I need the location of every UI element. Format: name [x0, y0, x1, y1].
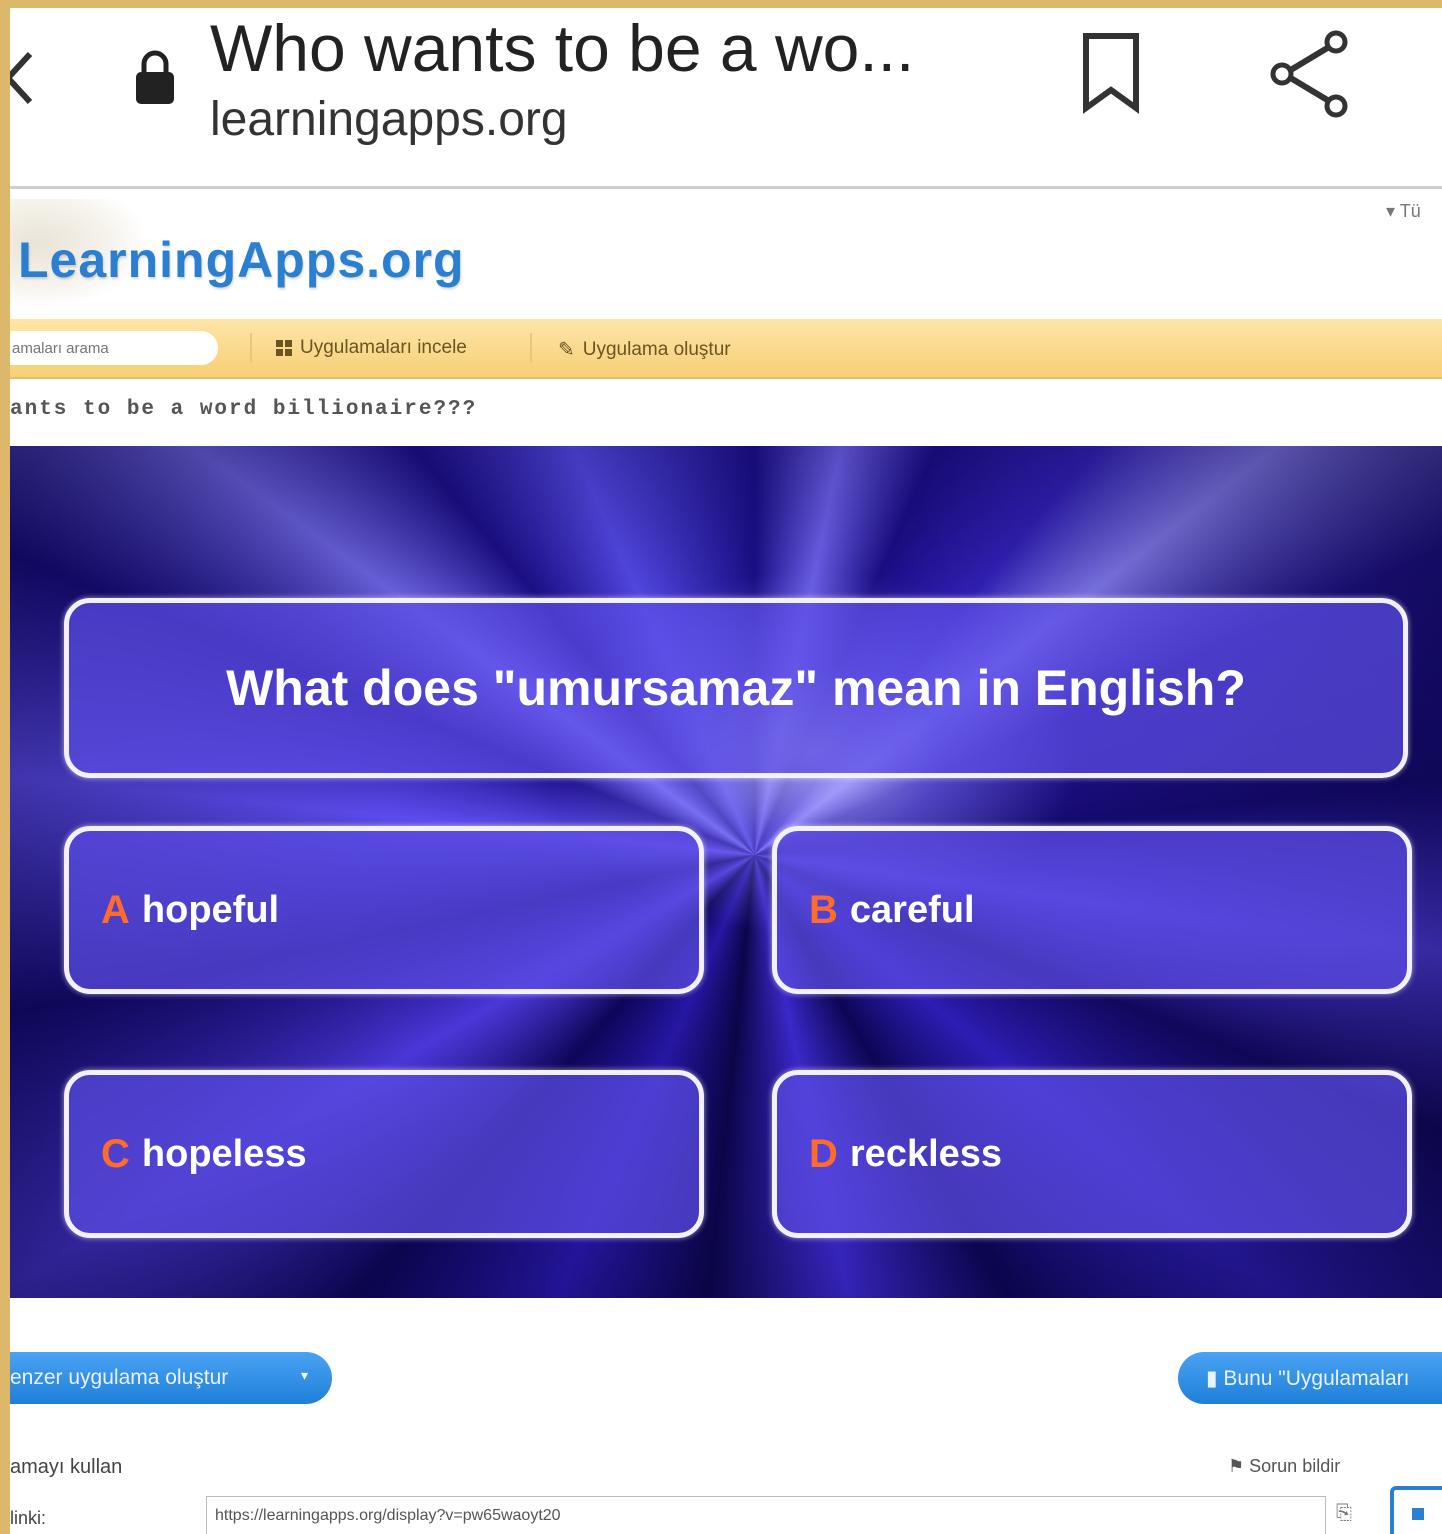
share-icon[interactable]	[1268, 30, 1352, 118]
answer-c-button[interactable]: C hopeless	[64, 1070, 704, 1238]
browse-apps-link[interactable]: Uygulamaları incele	[276, 337, 467, 359]
copy-icon[interactable]: ⎘	[1336, 1502, 1352, 1525]
create-similar-app-button[interactable]: enzer uygulama oluştur ▾	[10, 1352, 332, 1404]
site-header: LearningApps.org ▾ Tü	[10, 189, 1442, 319]
report-problem-label: Sorun bildir	[1249, 1456, 1341, 1476]
save-to-my-apps-button[interactable]: ▮ Bunu "Uygulamaları	[1178, 1352, 1442, 1404]
page-domain: learningapps.org	[210, 93, 568, 146]
search-input[interactable]	[10, 331, 218, 365]
answer-text: reckless	[849, 1132, 1003, 1175]
create-app-link[interactable]: ✎ Uygulama oluştur	[558, 337, 731, 362]
answer-d-button[interactable]: D reckless	[772, 1070, 1412, 1238]
answer-text: hopeful	[141, 888, 280, 931]
page-title: Who wants to be a wo...	[210, 11, 915, 85]
browse-apps-label: Uygulamaları incele	[300, 337, 467, 358]
app-heading: ants to be a word billionaire???	[10, 398, 478, 421]
answer-a-button[interactable]: A hopeful	[64, 826, 704, 994]
share-link-label: linki:	[10, 1508, 47, 1528]
share-url-field[interactable]	[206, 1496, 1326, 1534]
qr-code-button[interactable]	[1390, 1486, 1442, 1534]
create-similar-label: enzer uygulama oluştur	[10, 1366, 229, 1389]
grid-icon	[276, 340, 292, 356]
nav-separator	[250, 333, 252, 363]
save-to-my-apps-label: Bunu "Uygulamaları	[1223, 1366, 1410, 1390]
answer-letter: C	[101, 1131, 130, 1176]
question-box: What does "umursamaz" mean in English?	[64, 598, 1408, 778]
language-menu[interactable]: ▾ Tü	[1386, 201, 1421, 222]
nav-strip: Uygulamaları incele ✎ Uygulama oluştur	[10, 319, 1442, 379]
report-problem-link[interactable]: ⚑ Sorun bildir	[1228, 1456, 1340, 1477]
answer-letter: A	[101, 887, 130, 932]
bookmark-icon[interactable]	[1080, 32, 1142, 114]
game-area: What does "umursamaz" mean in English? A…	[10, 446, 1442, 1298]
nav-separator	[530, 333, 532, 363]
answer-text: careful	[849, 888, 975, 931]
bookmark-small-icon: ▮	[1206, 1366, 1218, 1390]
answer-letter: B	[809, 887, 838, 932]
answer-text: hopeless	[141, 1132, 307, 1175]
chevron-down-icon: ▾	[300, 1367, 308, 1383]
create-app-label: Uygulama oluştur	[582, 338, 731, 360]
lock-icon	[136, 50, 174, 104]
screenshot-frame: Who wants to be a wo... learningapps.org…	[10, 8, 1442, 1534]
use-app-heading: amayı kullan	[10, 1456, 123, 1478]
flag-icon: ⚑	[1228, 1456, 1245, 1476]
browser-bar: Who wants to be a wo... learningapps.org	[10, 8, 1442, 188]
answer-b-button[interactable]: B careful	[772, 826, 1412, 994]
back-arrow-icon[interactable]	[10, 48, 34, 108]
site-logo[interactable]: LearningApps.org	[18, 231, 465, 289]
pencil-icon: ✎	[558, 339, 575, 361]
question-text: What does "umursamaz" mean in English?	[226, 660, 1246, 716]
qr-code-icon	[1412, 1508, 1424, 1520]
answer-letter: D	[809, 1131, 838, 1176]
